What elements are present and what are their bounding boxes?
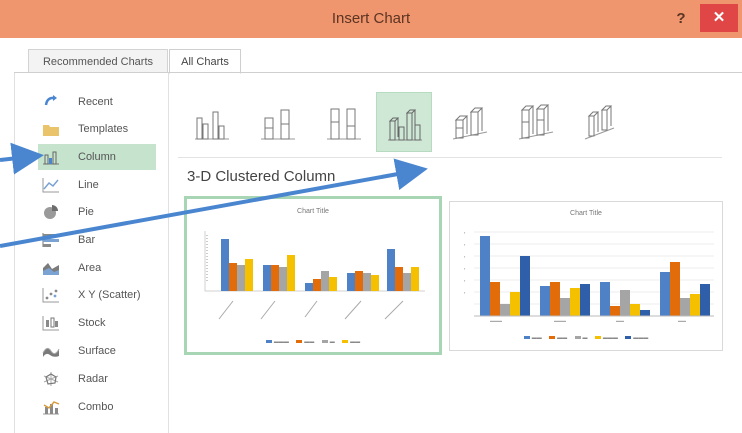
subtype-3d-column[interactable] (574, 92, 630, 152)
close-button[interactable]: ✕ (700, 4, 738, 32)
preview-bar-group (387, 249, 419, 291)
area-chart-icon (43, 263, 59, 275)
sidebar-item-label: Line (78, 179, 99, 191)
bar-chart-icon (42, 233, 59, 247)
sidebar-item-label: Surface (78, 345, 116, 357)
subtype-divider (178, 157, 722, 158)
preview-bar-group (263, 255, 295, 291)
preview-bar-group (600, 282, 650, 316)
sidebar-item-bar[interactable]: Bar (38, 227, 156, 253)
sidebar-item-label: Bar (78, 234, 96, 246)
sidebar-item-label: Area (78, 262, 102, 274)
sidebar-item-label: Recent (78, 96, 113, 108)
preview-3d-column-chart (204, 231, 425, 320)
clustered-column-icon (195, 111, 229, 140)
svg-text:▬▬: ▬▬ (678, 318, 686, 323)
scatter-chart-icon (42, 288, 59, 303)
sidebar-divider (168, 73, 169, 433)
tab-recommended-charts[interactable]: Recommended Charts (28, 49, 168, 73)
help-button[interactable]: ? (668, 6, 694, 32)
svg-text:▬▬: ▬▬ (616, 318, 624, 323)
sidebar-item-column[interactable]: Column (38, 144, 156, 170)
sidebar-item-area[interactable]: Area (38, 255, 156, 281)
line-chart-icon (42, 178, 59, 193)
pie-chart-icon (44, 205, 58, 219)
combo-chart-icon (43, 401, 60, 415)
sidebar-item-templates[interactable]: Templates (38, 116, 156, 142)
sidebar-item-radar[interactable]: Radar (38, 366, 156, 392)
surface-chart-icon (42, 347, 60, 357)
3d-stacked-column-icon (452, 107, 488, 140)
sidebar-item-stock[interactable]: Stock (38, 310, 156, 336)
tab-all-charts[interactable]: All Charts (169, 49, 241, 74)
sidebar-item-pie[interactable]: Pie (38, 199, 156, 225)
3d-clustered-column-icon (388, 109, 422, 141)
radar-chart-icon (43, 372, 59, 386)
stock-chart-icon (42, 316, 59, 331)
sidebar-item-label: X Y (Scatter) (78, 289, 141, 301)
preview-bar-group (660, 262, 710, 316)
percent-stacked-column-icon (327, 108, 361, 140)
svg-text:▪: ▪ (464, 254, 466, 259)
sidebar-item-label: Radar (78, 373, 108, 385)
sidebar-item-label: Pie (78, 206, 94, 218)
subtype-3d-100-stacked-column[interactable] (508, 92, 564, 152)
column-chart-icon (43, 151, 59, 165)
sidebar-item-label: Stock (78, 317, 106, 329)
templates-folder-icon (43, 125, 59, 136)
preview-clustered-column-chart: ▪ ▪ ▪ ▪ ▪ ▪ ▬▬▬ ▬▬▬ ▬▬ ▬▬ (464, 230, 714, 323)
3d-percent-stacked-column-icon (518, 104, 554, 140)
subtype-3d-stacked-column[interactable] (442, 92, 498, 152)
preview-axis-labels (218, 300, 404, 320)
window-title: Insert Chart (331, 10, 411, 27)
subtype-3d-clustered-column[interactable] (376, 92, 432, 152)
chart-type-title: 3-D Clustered Column (187, 168, 336, 185)
svg-text:▪: ▪ (464, 290, 466, 295)
sidebar-item-label: Column (78, 151, 116, 163)
sidebar-item-scatter[interactable]: X Y (Scatter) (38, 282, 156, 308)
subtype-stacked-column[interactable] (250, 92, 306, 152)
chart-preview-2[interactable]: Chart Title ▪ ▪ ▪ ▪ ▪ ▪ ▬▬▬ ▬▬▬ ▬▬ ▬▬ ▬▬… (449, 201, 723, 351)
svg-text:▪: ▪ (464, 266, 466, 271)
preview-bar-group (347, 271, 379, 291)
sidebar-item-recent[interactable]: Recent (38, 89, 156, 115)
svg-text:▪: ▪ (464, 230, 466, 235)
sidebar-item-label: Combo (78, 401, 114, 413)
preview-bar-group (480, 236, 530, 316)
svg-text:▬▬▬: ▬▬▬ (490, 318, 502, 323)
preview-bar-group (221, 239, 253, 291)
sidebar-item-surface[interactable]: Surface (38, 338, 156, 364)
preview-bar-group (540, 282, 590, 316)
svg-text:▪: ▪ (464, 242, 466, 247)
stacked-column-icon (261, 109, 295, 140)
preview-legend: ▬▬▬ ▬▬ ▬ ▬▬ (187, 339, 439, 345)
preview-chart-title: Chart Title (297, 208, 329, 215)
preview-chart-title: Chart Title (570, 210, 602, 217)
svg-text:▬▬▬: ▬▬▬ (554, 318, 566, 323)
chart-preview-1[interactable]: Chart Title ▬▬▬ ▬▬ ▬ ▬▬ (184, 196, 442, 355)
svg-text:▪: ▪ (464, 278, 466, 283)
recent-icon (44, 95, 57, 106)
sidebar-item-line[interactable]: Line (38, 172, 156, 198)
sidebar-item-label: Templates (78, 123, 129, 135)
preview-bar-group (305, 271, 337, 291)
3d-column-icon (584, 105, 615, 140)
insert-chart-dialog: Insert Chart ? ✕ Recommended Charts All … (0, 0, 742, 433)
subtype-100-stacked-column[interactable] (316, 92, 372, 152)
subtype-clustered-column[interactable] (184, 92, 240, 152)
preview-legend: ▬▬ ▬▬ ▬ ▬▬▬ ▬▬▬ (450, 335, 722, 341)
sidebar-item-combo[interactable]: Combo (38, 394, 156, 420)
